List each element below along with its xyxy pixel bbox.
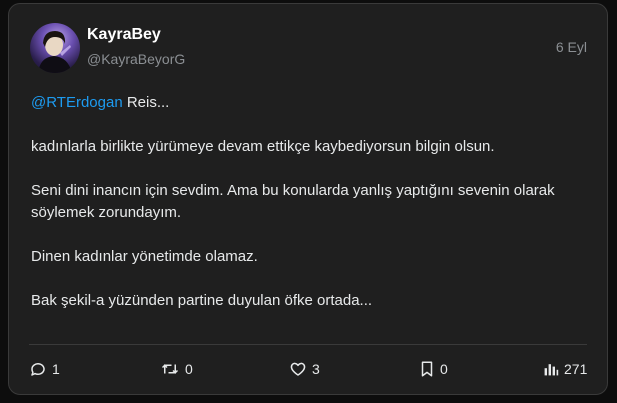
tweet-line-1-text: Reis... bbox=[122, 94, 170, 111]
tweet-paragraph-3-line-1: Seni dini inancın için sevdim. Ama bu ko… bbox=[31, 182, 555, 199]
avatar-image bbox=[38, 31, 72, 73]
tweet-paragraph-3-line-2: söylemek zorundayım. bbox=[31, 204, 182, 221]
views-icon bbox=[544, 364, 559, 376]
reply-count: 1 bbox=[52, 361, 60, 377]
tweet-date[interactable]: 6 Eyl bbox=[556, 39, 587, 55]
retweet-icon bbox=[161, 364, 179, 374]
tweet-paragraph-4: Dinen kadınlar yönetimde olamaz. bbox=[31, 248, 258, 265]
divider bbox=[29, 344, 587, 345]
views-button[interactable]: 271 bbox=[543, 357, 587, 381]
like-button[interactable]: 3 bbox=[289, 357, 320, 381]
tweet-line-1: @RTErdogan Reis... bbox=[31, 92, 591, 114]
mention-link[interactable]: @RTErdogan bbox=[31, 94, 123, 111]
views-count: 271 bbox=[564, 361, 588, 377]
bookmark-icon bbox=[421, 361, 433, 377]
reply-icon bbox=[31, 363, 45, 376]
retweet-button[interactable]: 0 bbox=[160, 357, 193, 381]
tweet-paragraph-2: kadınlarla birlikte yürümeye devam ettik… bbox=[31, 138, 495, 155]
avatar[interactable] bbox=[30, 23, 80, 73]
reply-button[interactable]: 1 bbox=[29, 357, 60, 381]
heart-icon bbox=[290, 362, 306, 376]
bookmark-button[interactable]: 0 bbox=[419, 357, 448, 381]
like-count: 3 bbox=[312, 361, 320, 377]
author-handle[interactable]: @KayraBeyorG bbox=[87, 51, 185, 67]
tweet-paragraph-5: Bak şekil-a yüzünden partine duyulan öfk… bbox=[31, 292, 373, 309]
tweet-text: @RTErdogan Reis... kadınlarla birlikte y… bbox=[31, 92, 591, 312]
bookmark-count: 0 bbox=[440, 361, 448, 377]
action-bar: 1 0 3 0 271 bbox=[29, 357, 587, 381]
tweet-card[interactable]: KayraBey @KayraBeyorG 6 Eyl @RTErdogan R… bbox=[8, 3, 608, 395]
author-name[interactable]: KayraBey bbox=[87, 26, 161, 44]
retweet-count: 0 bbox=[185, 361, 193, 377]
